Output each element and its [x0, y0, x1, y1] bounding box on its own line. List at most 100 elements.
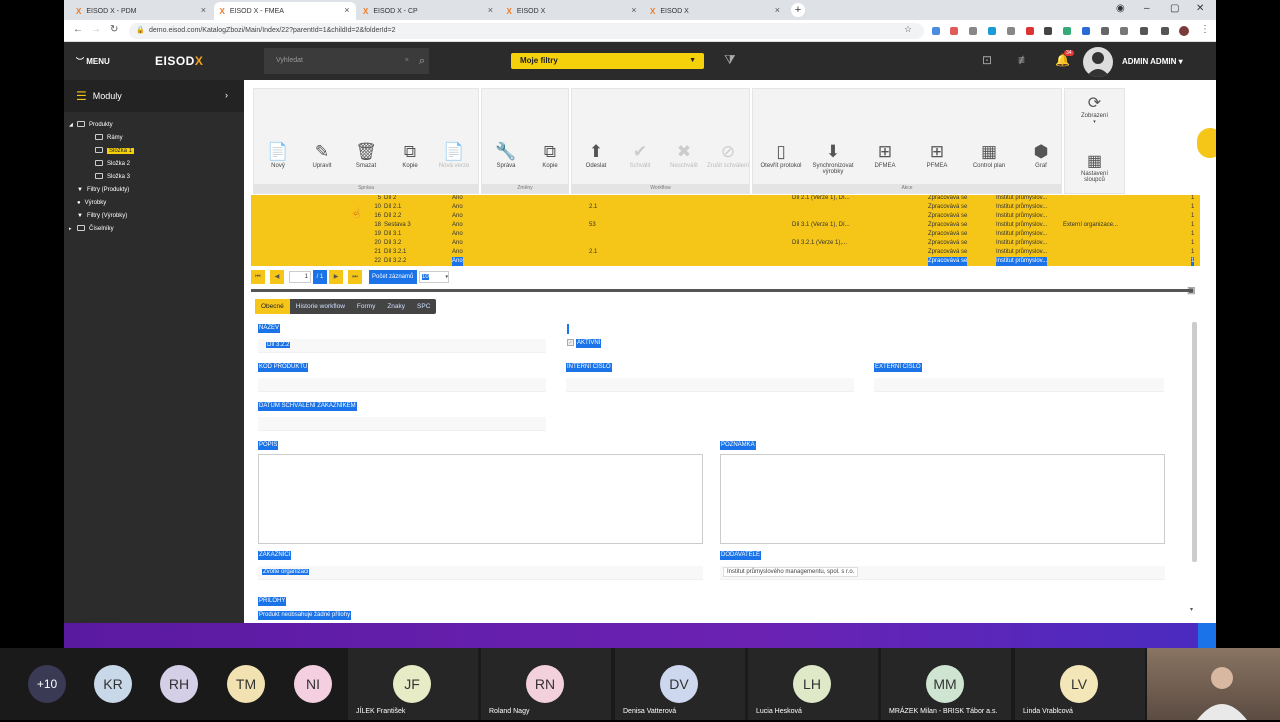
- browser-tab[interactable]: X EISOD X - PDM ×: [70, 2, 212, 20]
- extension-icon[interactable]: [969, 27, 977, 35]
- description-textarea[interactable]: [258, 454, 703, 544]
- reload-icon[interactable]: ↻: [110, 24, 118, 35]
- toolbar-button-hierarchy[interactable]: ⊞ DFMEA: [859, 141, 911, 169]
- toolbar-button-cubes[interactable]: ⬢ Graf: [1015, 141, 1067, 169]
- extension-icon[interactable]: [1101, 27, 1109, 35]
- extension-icon[interactable]: [932, 27, 940, 35]
- vertical-scrollbar[interactable]: [1192, 322, 1197, 562]
- toolbar-button-copy[interactable]: ⧉ Kopie: [528, 141, 572, 169]
- filter-icon[interactable]: ⧩: [724, 52, 736, 68]
- column-settings-button[interactable]: ▦ Nastavení sloupců: [1065, 151, 1124, 183]
- active-checkbox[interactable]: ✓: [567, 339, 574, 346]
- browser-tab[interactable]: X EISOD X - FMEA ×: [213, 2, 356, 20]
- close-tab-icon[interactable]: ×: [488, 5, 493, 15]
- first-page-button[interactable]: ⏮: [251, 270, 265, 284]
- modules-header[interactable]: ☰ Moduly ›: [64, 80, 244, 112]
- toolbar-button-new-file[interactable]: 📄 Nový: [256, 141, 300, 169]
- participant-tile[interactable]: DV Denisa Vatterová: [615, 648, 745, 720]
- bookmark-star-icon[interactable]: ☆: [904, 24, 912, 35]
- participant-tile[interactable]: LV Linda Vrablcová: [1015, 648, 1145, 720]
- menu-button[interactable]: ︶ MENU: [76, 56, 110, 67]
- browser-tab[interactable]: X EISOD X ×: [501, 2, 643, 20]
- toolbar-button-edit[interactable]: ✎ Upravit: [300, 141, 344, 169]
- name-field[interactable]: Díl 3.2.2: [258, 339, 546, 353]
- view-button[interactable]: ⟳ Zobrazení ▾: [1065, 93, 1124, 125]
- search-input[interactable]: Vyhledat × ⌕: [264, 48, 429, 74]
- detail-tab[interactable]: Formy: [351, 299, 381, 314]
- table-row[interactable]: 19 Díl 3.1 Ano Zpracovává se Institut průmys…: [251, 230, 1200, 239]
- clear-icon[interactable]: ×: [405, 48, 409, 74]
- product-code-field[interactable]: [258, 378, 546, 392]
- url-field[interactable]: 🔒 demo.eisod.com/KatalogZbozi/Main/Index…: [129, 23, 924, 39]
- new-tab-button[interactable]: +: [791, 3, 805, 17]
- participant-tile[interactable]: NI: [294, 648, 354, 720]
- extension-icon[interactable]: [1140, 27, 1148, 35]
- profile-icon[interactable]: ◉: [1116, 3, 1125, 14]
- internal-number-field[interactable]: [566, 378, 854, 392]
- page-input[interactable]: 1: [289, 271, 311, 283]
- detail-tab[interactable]: SPC: [411, 299, 436, 314]
- detail-tab[interactable]: Znaky: [381, 299, 411, 314]
- puzzle-icon[interactable]: [1161, 27, 1169, 35]
- minimize-icon[interactable]: –: [1144, 3, 1150, 14]
- tree-item[interactable]: ◢ Produkty: [64, 119, 244, 132]
- side-floating-button[interactable]: [1197, 128, 1216, 158]
- detail-tab[interactable]: Historie workflow: [290, 299, 351, 314]
- extension-icon[interactable]: [1044, 27, 1052, 35]
- extension-icon[interactable]: [950, 27, 958, 35]
- extension-icon[interactable]: [1026, 27, 1034, 35]
- close-tab-icon[interactable]: ×: [631, 5, 636, 15]
- table-row[interactable]: 10 Díl 2.1 Ano 2.1 Zpracovává se Institut prů…: [251, 203, 1200, 212]
- maximize-icon[interactable]: ▢: [1170, 3, 1179, 14]
- approval-date-field[interactable]: [258, 417, 546, 431]
- tree-item[interactable]: ▼ Filtry (Výrobky): [64, 210, 244, 223]
- shopping-bag-icon[interactable]: ⊡: [982, 53, 992, 67]
- table-row[interactable]: 18 Sestava 3 Ano 53 Díl 3.1 (Verze 1), Dí...…: [251, 221, 1200, 230]
- tree-item[interactable]: Složka 3: [64, 171, 244, 184]
- table-row[interactable]: 5 Díl 2 Ano Díl 2.1 (Verze 1), Dí... Zpracov…: [251, 195, 1200, 203]
- detail-tab[interactable]: Obecné: [255, 299, 290, 314]
- tree-item[interactable]: Složka 2: [64, 158, 244, 171]
- toolbar-button-protocol[interactable]: ▯ Otevřít protokol: [755, 141, 807, 169]
- extension-icon[interactable]: [1063, 27, 1071, 35]
- kebab-menu-icon[interactable]: ⋮: [1200, 24, 1210, 35]
- toolbar-button-send[interactable]: ⬆ Odeslat: [574, 141, 618, 169]
- toolbar-button-hierarchy[interactable]: ⊞ PFMEA: [911, 141, 963, 169]
- participant-tile[interactable]: RN Roland Nagy: [481, 648, 611, 720]
- table-row[interactable]: 16 Díl 2.2 Ano Zpracovává se Institut průmys…: [251, 212, 1200, 221]
- prev-page-button[interactable]: ◀: [270, 270, 284, 284]
- sliders-icon[interactable]: ≢: [1018, 53, 1030, 67]
- participant-tile[interactable]: LH Lucia Hesková: [748, 648, 878, 720]
- search-icon[interactable]: ⌕: [419, 48, 425, 74]
- next-page-button[interactable]: ▶: [329, 270, 343, 284]
- tree-item[interactable]: Rámy: [64, 132, 244, 145]
- forward-icon[interactable]: →: [91, 24, 101, 35]
- toolbar-button-trash[interactable]: 🗑 Smazat: [344, 141, 388, 169]
- participant-tile[interactable]: JF JÍLEK František: [348, 648, 478, 720]
- last-page-button[interactable]: ⏭: [348, 270, 362, 284]
- more-participants-button[interactable]: +10: [28, 665, 66, 703]
- tree-item[interactable]: ▸ Číselníky: [64, 223, 244, 236]
- close-tab-icon[interactable]: ×: [201, 5, 206, 15]
- participant-tile[interactable]: RH: [160, 648, 220, 720]
- toolbar-button-copy[interactable]: ⧉ Kopie: [388, 141, 432, 169]
- page-size-select[interactable]: 10 ▾: [419, 271, 449, 283]
- supplier-tag[interactable]: Institut průmyslového managementu, spol.…: [723, 567, 859, 577]
- tree-item[interactable]: ▼ Filtry (Produkty): [64, 184, 244, 197]
- extension-icon[interactable]: [1082, 27, 1090, 35]
- scroll-down-icon[interactable]: ▾: [1190, 606, 1193, 613]
- table-row[interactable]: 21 Díl 3.2.1 Ano 2.1 Zpracovává se Institut p…: [251, 248, 1200, 257]
- toolbar-button-cloud-download[interactable]: ⬇ Synchronizovat výrobky: [807, 141, 859, 175]
- browser-tab[interactable]: X EISOD X - CP ×: [357, 2, 499, 20]
- toolbar-button-wrench[interactable]: 🔧 Správa: [484, 141, 528, 169]
- user-menu[interactable]: ADMIN ADMIN ▾: [1122, 57, 1183, 66]
- filters-dropdown[interactable]: Moje filtry ▼: [511, 53, 704, 69]
- app-logo[interactable]: EISODX: [155, 54, 203, 68]
- profile-avatar-icon[interactable]: [1179, 26, 1189, 36]
- avatar[interactable]: [1083, 47, 1113, 77]
- close-tab-icon[interactable]: ×: [344, 5, 349, 15]
- note-textarea[interactable]: [720, 454, 1165, 544]
- expand-icon[interactable]: ▣: [1187, 285, 1196, 296]
- customers-select[interactable]: Zvolte organizaci: [258, 566, 703, 580]
- tree-item[interactable]: ● Výrobky: [64, 197, 244, 210]
